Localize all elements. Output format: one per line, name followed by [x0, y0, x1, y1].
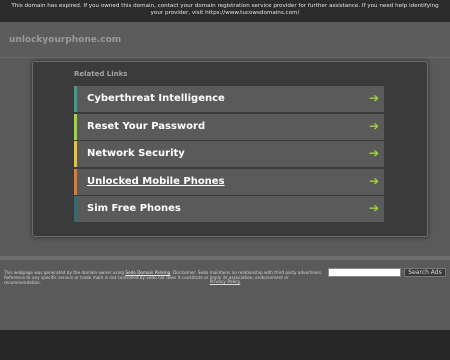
domain-title: unlockyourphone.com: [9, 35, 122, 45]
related-link-label: Network Security: [87, 148, 185, 159]
search-ads-button[interactable]: Search Ads: [404, 268, 446, 277]
related-link-label: Reset Your Password: [87, 120, 206, 132]
notice-text: This domain has expired. If you owned th…: [11, 3, 439, 16]
related-link-label: Sim Free Phones: [87, 203, 181, 214]
related-link-item[interactable]: Reset Your Password ➔: [74, 113, 384, 140]
arrow-right-icon: ➔: [368, 91, 380, 105]
search-ads-input[interactable]: [328, 268, 401, 277]
domain-expired-notice: This domain has expired. If you owned th…: [0, 0, 450, 22]
related-link-label: Unlocked Mobile Phones: [87, 175, 225, 187]
related-link-item[interactable]: Network Security ➔: [74, 141, 384, 167]
related-link-label: Cyberthreat Intelligence: [87, 93, 225, 104]
arrow-right-icon: ➔: [368, 118, 380, 133]
privacy-policy-link[interactable]: Privacy Policy: [0, 280, 450, 285]
arrow-right-icon: ➔: [368, 173, 380, 188]
related-link-item[interactable]: Unlocked Mobile Phones ➔: [74, 168, 384, 195]
bottom-bar: [0, 330, 450, 360]
related-link-item[interactable]: Cyberthreat Intelligence ➔: [74, 86, 384, 112]
header: unlockyourphone.com: [0, 22, 450, 58]
arrow-right-icon: ➔: [368, 201, 380, 215]
related-links-heading: Related Links: [74, 70, 128, 78]
related-link-item[interactable]: Sim Free Phones ➔: [74, 196, 384, 222]
arrow-right-icon: ➔: [368, 146, 380, 160]
